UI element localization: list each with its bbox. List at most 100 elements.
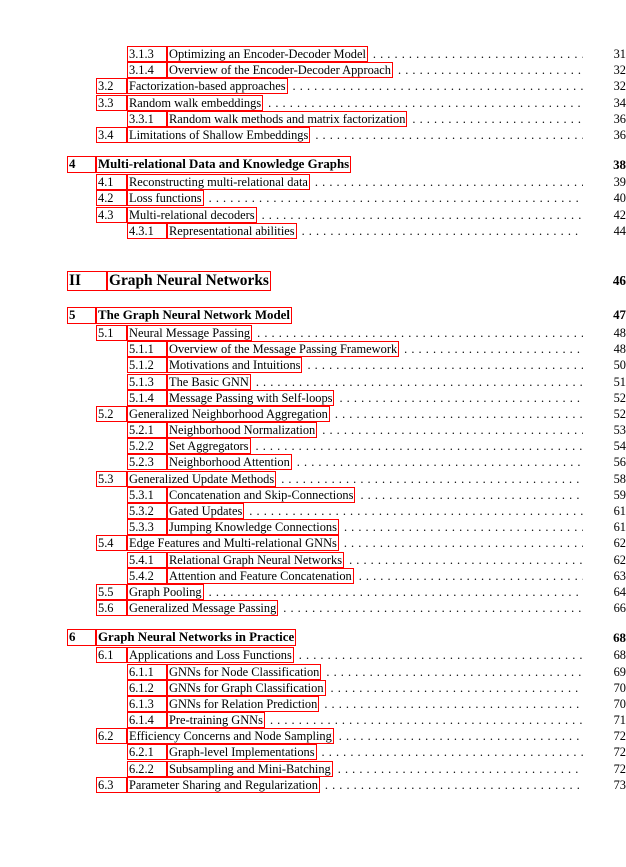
toc-entry-subsection[interactable]: 6.2.1Graph-level Implementations 72	[0, 744, 626, 761]
toc-entry-page-number[interactable]: 70	[586, 681, 626, 695]
toc-entry-page-number[interactable]: 52	[586, 391, 626, 405]
toc-entry-subsection[interactable]: 3.1.3 Optimizing an Encoder-Decoder Model…	[0, 46, 626, 63]
toc-entry-number[interactable]: 3.3.1	[127, 110, 167, 127]
toc-entry-subsection[interactable]: 5.1.1 Overview of the Message Passing Fra…	[0, 341, 626, 358]
toc-entry-number[interactable]: 5.1.1	[127, 341, 167, 358]
toc-entry-number[interactable]: 6.2.2	[127, 760, 167, 777]
toc-entry-title[interactable]: GNNs for Relation Prediction	[167, 695, 320, 712]
toc-entry-title[interactable]: Graph Pooling	[127, 583, 204, 600]
toc-entry-number[interactable]: 5.1	[96, 324, 127, 341]
toc-entry-title[interactable]: Concatenation and Skip-Connections	[167, 486, 356, 503]
toc-entry-title[interactable]: Multi-relational decoders	[127, 206, 257, 223]
toc-entry-section[interactable]: 5.5Graph Pooling 64	[0, 583, 626, 600]
toc-entry-number[interactable]: 5.3	[96, 470, 127, 487]
toc-entry-page-number[interactable]: 46	[586, 273, 626, 288]
toc-entry-subsection[interactable]: 6.1.4Pre-training GNNs 71	[0, 712, 626, 729]
toc-entry-number[interactable]: 4.3.1	[127, 222, 167, 239]
toc-entry-title[interactable]: Graph Neural Networks in Practice	[96, 629, 297, 647]
toc-entry-subsection[interactable]: 5.1.3The Basic GNN 51	[0, 373, 626, 390]
toc-entry-title[interactable]: Overview of the Encoder-Decoder Approach	[167, 62, 393, 79]
toc-entry-number[interactable]: 5.2.1	[127, 422, 167, 439]
toc-entry-page-number[interactable]: 51	[586, 375, 626, 389]
toc-entry-number[interactable]: 4	[67, 156, 96, 174]
toc-entry-page-number[interactable]: 69	[586, 665, 626, 679]
toc-entry-page-number[interactable]: 53	[586, 423, 626, 437]
toc-entry-title[interactable]: Neighborhood Normalization	[167, 422, 318, 439]
toc-entry-chapter[interactable]: 6 Graph Neural Networks in Practice 68	[0, 628, 626, 647]
toc-entry-page-number[interactable]: 48	[586, 342, 626, 356]
toc-entry-page-number[interactable]: 54	[586, 439, 626, 453]
toc-entry-subsection[interactable]: 5.3.3Jumping Knowledge Connections 61	[0, 519, 626, 536]
toc-entry-number[interactable]: 5.2	[96, 405, 127, 422]
toc-entry-title[interactable]: Factorization-based approaches	[127, 78, 288, 95]
toc-entry-subsection[interactable]: 5.1.2Motivations and Intuitions 50	[0, 357, 626, 374]
toc-entry-page-number[interactable]: 59	[586, 488, 626, 502]
toc-entry-page-number[interactable]: 66	[586, 601, 626, 615]
toc-entry-number[interactable]: 3.3	[96, 94, 127, 111]
toc-entry-subsection[interactable]: 6.1.1GNNs for Node Classification 69	[0, 663, 626, 680]
toc-entry-page-number[interactable]: 72	[586, 745, 626, 759]
toc-entry-number[interactable]: 5.5	[96, 583, 127, 600]
toc-entry-subsection[interactable]: 5.4.1Relational Graph Neural Networks 62	[0, 551, 626, 568]
toc-entry-title[interactable]: Message Passing with Self-loops	[167, 389, 335, 406]
toc-entry-section[interactable]: 5.3Generalized Update Methods 58	[0, 470, 626, 487]
toc-entry-section[interactable]: 6.1Applications and Loss Functions 68	[0, 647, 626, 664]
toc-entry-section[interactable]: 5.4 Edge Features and Multi-relational GN…	[0, 535, 626, 552]
toc-entry-page-number[interactable]: 34	[586, 96, 626, 110]
toc-entry-number[interactable]: 6.1.2	[127, 679, 167, 696]
toc-entry-number[interactable]: 5	[67, 306, 96, 324]
toc-entry-title[interactable]: GNNs for Graph Classification	[167, 679, 326, 696]
toc-entry-title[interactable]: Applications and Loss Functions	[127, 647, 294, 664]
toc-entry-title[interactable]: Attention and Feature Concatenation	[167, 567, 354, 584]
toc-entry-subsection[interactable]: 5.1.4Message Passing with Self-loops 52	[0, 389, 626, 406]
toc-entry-number[interactable]: 4.3	[96, 206, 127, 223]
toc-entry-number[interactable]: 3.1.3	[127, 46, 167, 63]
toc-entry-title[interactable]: Random walk methods and matrix factoriza…	[167, 110, 408, 127]
toc-entry-number[interactable]: 5.1.4	[127, 389, 167, 406]
toc-entry-section[interactable]: 5.2Generalized Neighborhood Aggregation 5…	[0, 405, 626, 422]
toc-entry-page-number[interactable]: 62	[586, 553, 626, 567]
toc-entry-number[interactable]: 5.2.3	[127, 454, 167, 471]
toc-entry-title[interactable]: The Graph Neural Network Model	[96, 306, 292, 324]
toc-entry-number[interactable]: 5.3.1	[127, 486, 167, 503]
toc-entry-page-number[interactable]: 48	[586, 326, 626, 340]
toc-entry-title[interactable]: Edge Features and Multi-relational GNNs	[127, 535, 339, 552]
toc-entry-page-number[interactable]: 68	[586, 648, 626, 662]
toc-entry-title[interactable]: Neural Message Passing	[127, 324, 253, 341]
toc-entry-page-number[interactable]: 71	[586, 713, 626, 727]
toc-entry-page-number[interactable]: 52	[586, 407, 626, 421]
toc-entry-subsection[interactable]: 5.3.2Gated Updates 61	[0, 503, 626, 520]
toc-entry-number[interactable]: 6.1.1	[127, 663, 167, 680]
toc-entry-number[interactable]: 6.2	[96, 728, 127, 745]
toc-entry-page-number[interactable]: 62	[586, 536, 626, 550]
toc-entry-title[interactable]: Graph-level Implementations	[167, 744, 317, 761]
toc-entry-section[interactable]: 6.2 Efficiency Concerns and Node Sampling…	[0, 728, 626, 745]
toc-entry-title[interactable]: Optimizing an Encoder-Decoder Model	[167, 46, 368, 63]
toc-entry-subsection[interactable]: 6.2.2Subsampling and Mini-Batching 72	[0, 760, 626, 777]
toc-entry-number[interactable]: 3.1.4	[127, 62, 167, 79]
toc-entry-title[interactable]: Random walk embeddings	[127, 94, 264, 111]
toc-entry-page-number[interactable]: 39	[586, 175, 626, 189]
toc-entry-subsection[interactable]: 4.3.1Representational abilities 44	[0, 222, 626, 239]
toc-entry-page-number[interactable]: 56	[586, 455, 626, 469]
toc-entry-number[interactable]: 3.4	[96, 127, 127, 144]
toc-entry-title[interactable]: Efficiency Concerns and Node Sampling	[127, 728, 334, 745]
toc-entry-page-number[interactable]: 38	[586, 158, 626, 172]
toc-entry-number[interactable]: 5.2.2	[127, 438, 167, 455]
toc-entry-section[interactable]: 4.2Loss functions 40	[0, 190, 626, 207]
toc-entry-title[interactable]: Jumping Knowledge Connections	[167, 519, 339, 536]
toc-entry-title[interactable]: Representational abilities	[167, 222, 297, 239]
toc-entry-title[interactable]: GNNs for Node Classification	[167, 663, 322, 680]
toc-entry-chapter[interactable]: 5 The Graph Neural Network Model 47	[0, 306, 626, 325]
toc-entry-subsection[interactable]: 5.2.1Neighborhood Normalization 53	[0, 422, 626, 439]
toc-entry-page-number[interactable]: 58	[586, 472, 626, 486]
toc-entry-page-number[interactable]: 61	[586, 504, 626, 518]
toc-entry-number[interactable]: 6.2.1	[127, 744, 167, 761]
toc-entry-subsection[interactable]: 6.1.3GNNs for Relation Prediction 70	[0, 695, 626, 712]
toc-entry-section[interactable]: 5.6Generalized Message Passing 66	[0, 600, 626, 617]
toc-entry-title[interactable]: Multi-relational Data and Knowledge Grap…	[96, 156, 352, 174]
toc-entry-title[interactable]: The Basic GNN	[167, 373, 251, 390]
toc-entry-title[interactable]: Neighborhood Attention	[167, 454, 292, 471]
toc-entry-title[interactable]: Set Aggregators	[167, 438, 251, 455]
toc-entry-title[interactable]: Generalized Message Passing	[127, 600, 279, 617]
